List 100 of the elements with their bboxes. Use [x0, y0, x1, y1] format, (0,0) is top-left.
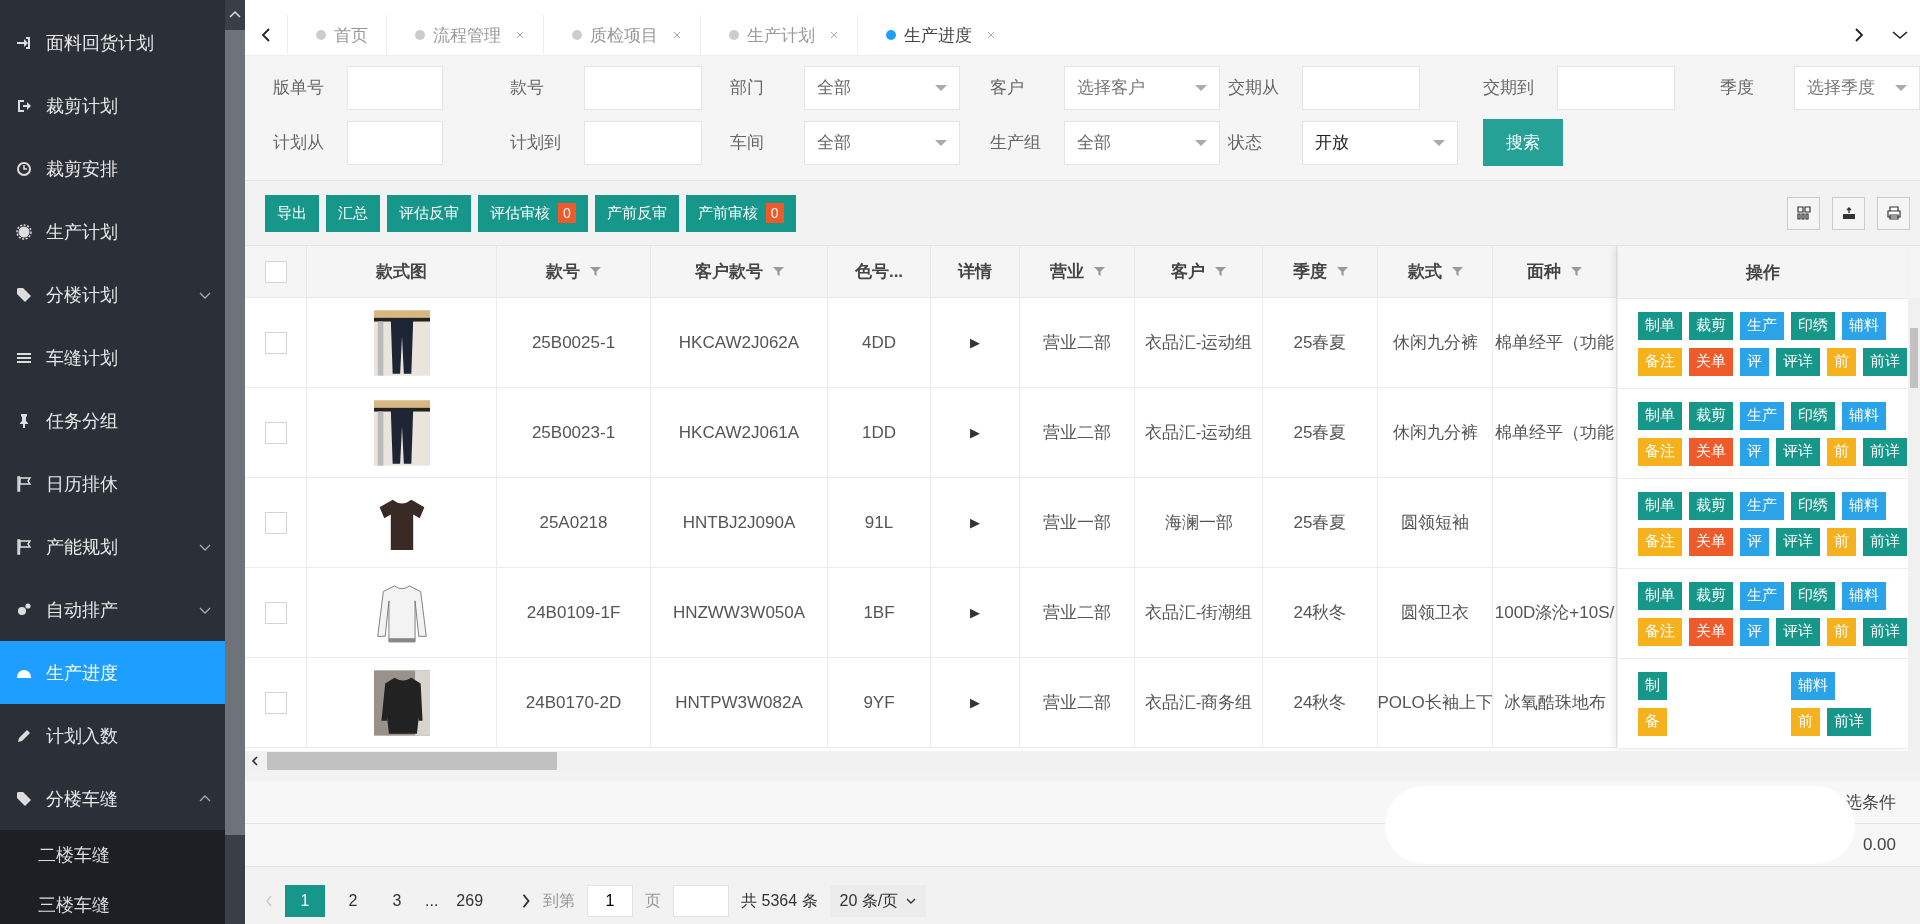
scrollbar-thumb[interactable] [1910, 328, 1918, 388]
select-field[interactable]: 全部 [804, 120, 960, 165]
checkbox[interactable] [264, 421, 287, 444]
action-button[interactable]: 生产 [1740, 401, 1784, 430]
toolbar-button[interactable]: 评估反审 [387, 194, 471, 232]
sidebar-subitem[interactable]: 二楼车缝 [0, 830, 225, 880]
toolbar-button[interactable]: 导出 [265, 194, 319, 232]
action-button[interactable]: 辅料 [1842, 491, 1886, 520]
action-button[interactable]: 评 [1740, 437, 1769, 466]
action-button[interactable]: 制单 [1638, 311, 1682, 340]
action-button[interactable]: 备注 [1638, 347, 1682, 376]
input-field[interactable] [584, 65, 702, 110]
input-field[interactable] [347, 65, 443, 110]
tab[interactable]: 流程管理 [386, 15, 543, 55]
action-button[interactable]: 辅料 [1842, 401, 1886, 430]
action-button[interactable]: 辅料 [1842, 581, 1886, 610]
tab[interactable]: 首页 [287, 15, 386, 55]
action-button[interactable]: 评详 [1776, 347, 1820, 376]
action-button[interactable]: 备注 [1638, 527, 1682, 556]
page-button[interactable]: 3 [381, 885, 413, 917]
action-button[interactable]: 裁剪 [1689, 491, 1733, 520]
input-field[interactable] [347, 120, 443, 165]
select-field[interactable]: 全部 [804, 65, 960, 110]
select-field[interactable]: 开放 [1302, 120, 1458, 165]
sidebar-item[interactable]: 自动排产 [0, 578, 225, 641]
filter-icon[interactable] [1336, 266, 1348, 277]
sidebar-item[interactable]: 裁剪计划 [0, 74, 225, 137]
tab[interactable]: 生产进度 [857, 15, 1014, 55]
column-header[interactable]: 款式 [1378, 246, 1493, 298]
action-button[interactable]: 辅料 [1791, 671, 1835, 700]
select-field[interactable]: 选择客户 [1064, 65, 1220, 110]
page-button[interactable]: 269 [450, 885, 490, 917]
action-button[interactable]: 关单 [1689, 617, 1733, 646]
action-button[interactable]: 前 [1827, 527, 1856, 556]
action-button[interactable]: 印绣 [1791, 581, 1835, 610]
close-icon[interactable] [829, 30, 839, 40]
column-header[interactable]: 面种 [1493, 246, 1617, 298]
page-input[interactable] [673, 885, 730, 917]
toolbar-button[interactable]: 产前审核 0 [685, 194, 796, 232]
checkbox[interactable] [264, 691, 287, 714]
checkbox[interactable] [264, 511, 287, 534]
sidebar-item[interactable]: 生产进度 [0, 641, 225, 704]
action-button[interactable]: 制单 [1638, 581, 1682, 610]
sidebar-item[interactable]: 产能规划 [0, 515, 225, 578]
page-size-select[interactable]: 20 条/页 [829, 885, 927, 917]
checkbox[interactable] [264, 331, 287, 354]
column-header[interactable]: 营业 [1020, 246, 1135, 298]
input-field[interactable] [1557, 65, 1675, 110]
toolbar-button[interactable]: 汇总 [326, 194, 380, 232]
action-button[interactable]: 关单 [1689, 437, 1733, 466]
filter-icon[interactable] [1451, 266, 1463, 277]
scroll-left-icon[interactable] [251, 756, 259, 766]
next-page-icon[interactable] [521, 893, 532, 909]
action-button[interactable]: 制单 [1638, 491, 1682, 520]
search-button[interactable]: 搜索 [1483, 119, 1563, 166]
column-header[interactable]: 款号 [497, 246, 651, 298]
tab[interactable]: 生产计划 [700, 15, 857, 55]
action-button[interactable]: 前详 [1863, 527, 1907, 556]
scrollbar-thumb[interactable] [225, 30, 245, 835]
action-button[interactable]: 印绣 [1791, 401, 1835, 430]
scroll-up-icon[interactable] [229, 10, 241, 18]
action-button[interactable]: 前详 [1863, 347, 1907, 376]
action-button[interactable]: 生产 [1740, 581, 1784, 610]
column-header[interactable]: 色号... [828, 246, 931, 298]
sidebar-item[interactable]: 面料回货计划 [0, 11, 225, 74]
sidebar-item[interactable]: 任务分组 [0, 389, 225, 452]
sidebar-item[interactable]: 裁剪安排 [0, 137, 225, 200]
sidebar-item[interactable]: 车缝计划 [0, 326, 225, 389]
sidebar-item[interactable]: 日历排休 [0, 452, 225, 515]
action-button[interactable]: 评 [1740, 347, 1769, 376]
action-button[interactable]: 印绣 [1791, 491, 1835, 520]
filter-icon[interactable] [1571, 266, 1582, 277]
sidebar-subitem[interactable]: 三楼车缝 [0, 880, 225, 924]
close-icon[interactable] [986, 30, 996, 40]
filter-icon[interactable] [1215, 266, 1226, 277]
action-button[interactable]: 生产 [1740, 311, 1784, 340]
action-button[interactable]: 评详 [1776, 617, 1820, 646]
action-button[interactable]: 印绣 [1791, 311, 1835, 340]
select-field[interactable]: 全部 [1064, 120, 1220, 165]
action-button[interactable]: 制 [1638, 671, 1667, 700]
export-icon[interactable] [1832, 196, 1865, 230]
checkbox[interactable] [264, 601, 287, 624]
action-button[interactable]: 备注 [1638, 437, 1682, 466]
filter-icon[interactable] [772, 266, 784, 277]
checkbox[interactable] [264, 260, 287, 283]
action-button[interactable]: 裁剪 [1689, 401, 1733, 430]
action-button[interactable]: 关单 [1689, 347, 1733, 376]
action-button[interactable]: 裁剪 [1689, 581, 1733, 610]
action-button[interactable]: 评详 [1776, 437, 1820, 466]
sidebar-item[interactable]: 分楼车缝 [0, 767, 225, 830]
sidebar-item[interactable]: 分楼计划 [0, 263, 225, 326]
page-button[interactable]: 1 [285, 885, 325, 917]
toolbar-button[interactable]: 评估审核 0 [478, 194, 588, 232]
action-button[interactable]: 前详 [1827, 707, 1871, 736]
action-button[interactable]: 辅料 [1842, 311, 1886, 340]
action-button[interactable]: 制单 [1638, 401, 1682, 430]
action-button[interactable]: 备注 [1638, 617, 1682, 646]
action-button[interactable]: 关单 [1689, 527, 1733, 556]
action-button[interactable]: 前详 [1863, 617, 1907, 646]
print-icon[interactable] [1877, 196, 1910, 230]
